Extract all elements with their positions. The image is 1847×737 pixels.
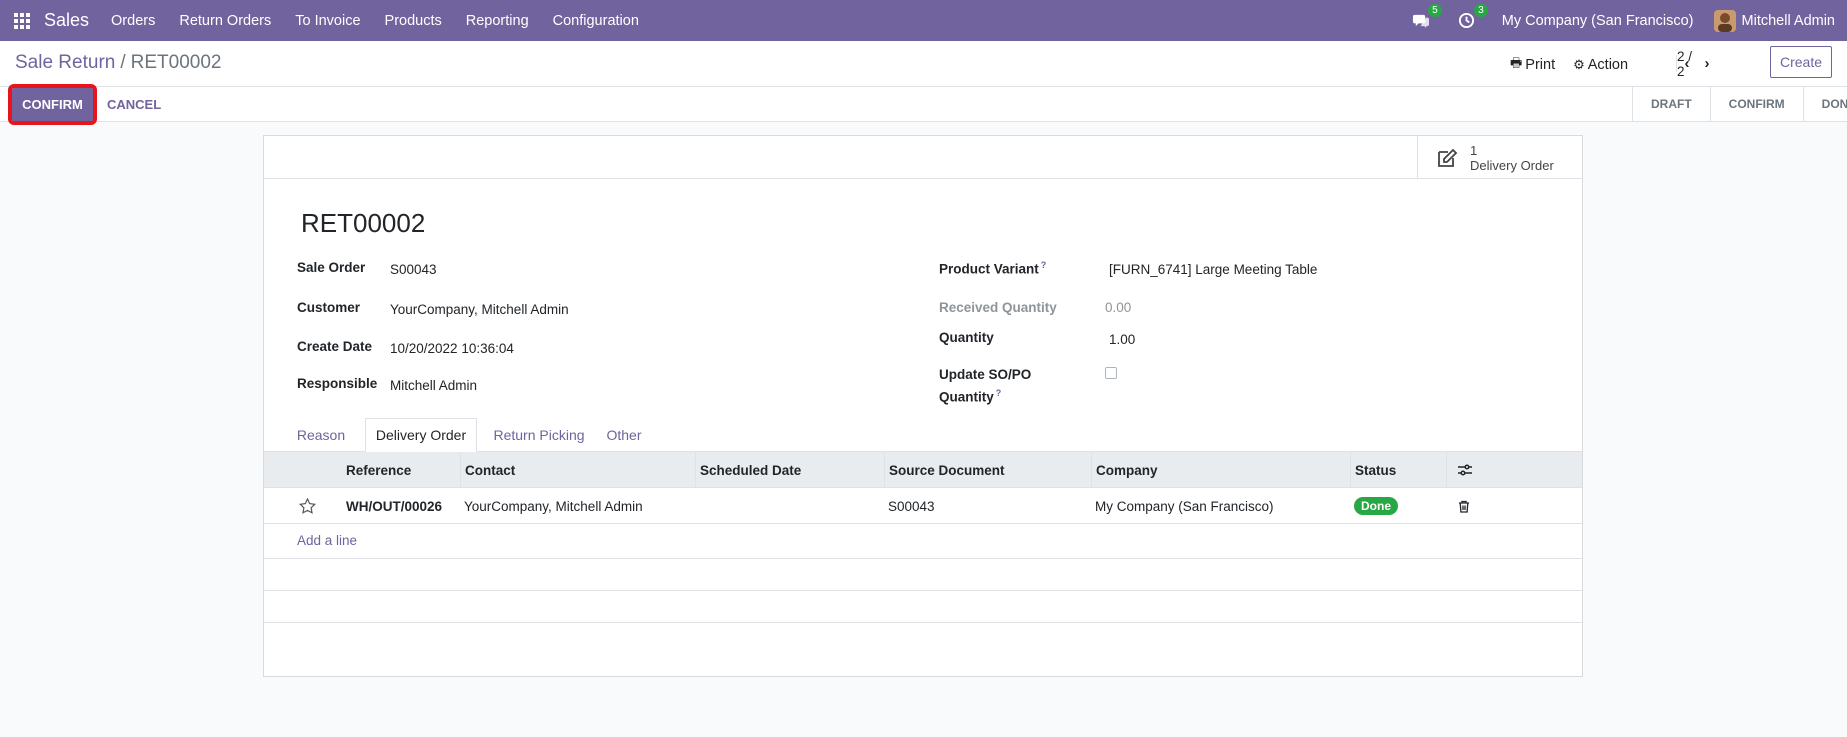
empty-row — [264, 559, 1582, 591]
stage-done[interactable]: DONE — [1802, 87, 1847, 121]
print-label: Print — [1525, 57, 1556, 73]
user-menu[interactable]: Mitchell Admin — [1742, 13, 1835, 29]
user-avatar[interactable] — [1713, 9, 1736, 32]
tab-return-picking[interactable]: Return Picking — [487, 418, 591, 452]
breadcrumb-parent[interactable]: Sale Return — [15, 52, 115, 73]
column-scheduled-date[interactable]: Scheduled Date — [695, 452, 884, 488]
stage-draft[interactable]: DRAFT — [1633, 87, 1710, 121]
row-contact: YourCompany, Mitchell Admin — [464, 498, 643, 514]
empty-row — [264, 524, 1582, 559]
messages-icon[interactable]: 5 — [1410, 3, 1442, 32]
sale-order-value[interactable]: S00043 — [390, 262, 437, 277]
menu-orders[interactable]: Orders — [111, 13, 155, 29]
edit-icon — [1438, 148, 1458, 167]
form-sheet: 1 Delivery Order RET00002 Sale Order S00… — [263, 135, 1583, 677]
update-qty-label: Update SO/PO Quantity? — [939, 367, 1032, 405]
received-quantity-label: Received Quantity — [939, 300, 1057, 315]
row-reference: WH/OUT/00026 — [346, 498, 443, 514]
menu-reporting[interactable]: Reporting — [466, 13, 529, 29]
quantity-label: Quantity — [939, 330, 994, 345]
quantity-value[interactable]: 1.00 — [1109, 332, 1135, 347]
product-variant-value[interactable]: [FURN_6741] Large Meeting Table — [1109, 262, 1317, 277]
help-icon[interactable]: ? — [996, 388, 1002, 398]
tab-reason[interactable]: Reason — [291, 418, 351, 452]
menu-return-orders[interactable]: Return Orders — [179, 13, 271, 29]
row-scheduled-date — [695, 488, 884, 524]
sale-order-label: Sale Order — [297, 260, 366, 275]
column-reference[interactable]: Reference — [342, 452, 460, 488]
breadcrumb-current: RET00002 — [130, 52, 222, 73]
tab-delivery-order[interactable]: Delivery Order — [365, 418, 477, 452]
apps-menu-icon[interactable] — [0, 0, 44, 41]
column-company[interactable]: Company — [1091, 452, 1350, 488]
responsible-value[interactable]: Mitchell Admin — [390, 378, 477, 393]
empty-row — [264, 591, 1582, 623]
control-panel: Sale Return / RET00002 🖶 Print ⚙ Action 2 … — [0, 41, 1847, 86]
notebook-tabs: Reason Delivery Order Return Picking Oth… — [264, 418, 1582, 452]
status-stages: DRAFT CONFIRM DONE — [1632, 87, 1847, 121]
create-date-value[interactable]: 10/20/2022 10:36:04 — [390, 341, 514, 356]
star-icon[interactable] — [290, 488, 320, 524]
messages-badge: 5 — [1428, 3, 1442, 17]
cancel-button[interactable]: CANCEL — [107, 97, 161, 112]
optional-columns-icon[interactable] — [1446, 452, 1482, 488]
column-status[interactable]: Status — [1350, 452, 1446, 488]
customer-label: Customer — [297, 300, 361, 315]
activities-clock-icon[interactable]: 3 — [1456, 3, 1488, 32]
row-company: My Company (San Francisco) — [1095, 498, 1274, 514]
column-contact[interactable]: Contact — [460, 452, 695, 488]
button-box: 1 Delivery Order — [264, 136, 1582, 179]
gear-icon: ⚙ — [1573, 57, 1585, 72]
received-quantity-value: 0.00 — [1105, 300, 1132, 315]
customer-value[interactable]: YourCompany, Mitchell Admin — [390, 302, 569, 317]
confirm-button[interactable]: CONFIRM — [8, 84, 97, 125]
update-qty-checkbox[interactable] — [1105, 367, 1117, 379]
form-statusbar: CONFIRM CANCEL DRAFT CONFIRM DONE — [0, 84, 1847, 125]
column-source-document[interactable]: Source Document — [884, 452, 1091, 488]
print-icon: 🖶 — [1510, 55, 1523, 70]
responsible-label: Responsible — [297, 376, 378, 391]
delete-row-icon[interactable] — [1446, 488, 1482, 524]
company-switcher[interactable]: My Company (San Francisco) — [1502, 13, 1694, 29]
smart-button-label: Delivery Order — [1470, 157, 1554, 173]
table-header: Reference Contact Scheduled Date Source … — [264, 452, 1582, 488]
action-button[interactable]: ⚙ Action — [1573, 57, 1628, 73]
record-title: RET00002 — [301, 208, 426, 238]
delivery-order-smart-button[interactable]: 1 Delivery Order — [1417, 136, 1582, 179]
create-button[interactable]: Create — [1770, 46, 1832, 78]
menu-to-invoice[interactable]: To Invoice — [295, 13, 360, 29]
action-label: Action — [1587, 57, 1629, 73]
table-row[interactable]: WH/OUT/00026 YourCompany, Mitchell Admin… — [264, 488, 1582, 524]
top-navbar: Sales Orders Return Orders To Invoice Pr… — [0, 0, 1847, 41]
print-button[interactable]: 🖶 Print — [1510, 54, 1555, 76]
status-badge: Done — [1354, 497, 1398, 515]
create-date-label: Create Date — [297, 339, 373, 354]
help-icon[interactable]: ? — [1041, 260, 1047, 270]
smart-button-count: 1 — [1470, 142, 1478, 158]
row-source-document: S00043 — [888, 498, 935, 514]
app-name[interactable]: Sales — [44, 10, 89, 31]
pager: 2 / 2 ‹ › — [1676, 49, 1717, 79]
stage-confirm[interactable]: CONFIRM — [1709, 87, 1803, 121]
breadcrumb: Sale Return / RET00002 — [15, 52, 221, 74]
pager-value[interactable]: 2 / 2 — [1677, 49, 1703, 79]
product-variant-label: Product Variant? — [939, 260, 1047, 277]
menu-products[interactable]: Products — [385, 13, 442, 29]
activities-badge: 3 — [1474, 3, 1488, 17]
menu-configuration[interactable]: Configuration — [553, 13, 639, 29]
tab-other[interactable]: Other — [599, 418, 649, 452]
breadcrumb-separator: / — [120, 52, 126, 73]
